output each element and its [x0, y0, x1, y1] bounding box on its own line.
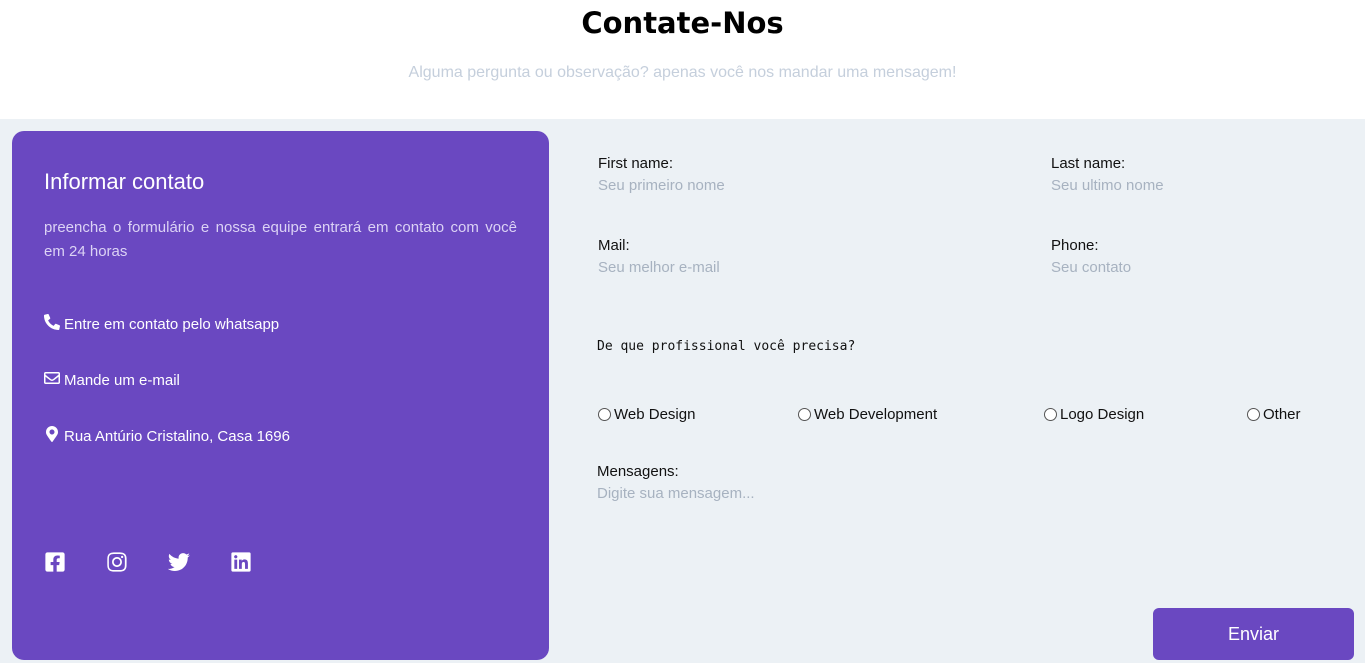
message-textarea[interactable] [597, 485, 997, 575]
radio-other[interactable]: Other [1247, 406, 1301, 423]
radio-label: Web Design [614, 406, 696, 423]
contact-info-card: Informar contato preencha o formulário e… [12, 131, 549, 660]
radio-label: Other [1263, 406, 1301, 423]
radio-label: Logo Design [1060, 406, 1145, 423]
page-subtitle: Alguma pergunta ou observação? apenas vo… [408, 64, 957, 81]
page-header: Contate-Nos Alguma pergunta ou observaçã… [0, 0, 1365, 119]
map-marker-icon [44, 426, 60, 446]
radio-label: Web Development [814, 406, 938, 423]
profession-question: De que profissional você precisa? [597, 339, 856, 354]
radio-logo-design[interactable]: Logo Design [1044, 406, 1144, 423]
radio-circle[interactable] [1044, 408, 1057, 421]
last-name-input[interactable] [1051, 177, 1341, 194]
radio-circle[interactable] [1247, 408, 1260, 421]
message-label: Mensagens: [597, 463, 679, 480]
mail-label: Mail: [598, 237, 630, 254]
submit-button[interactable]: Enviar [1153, 608, 1354, 660]
first-name-field: First name: [598, 155, 998, 194]
email-link[interactable]: Mande um e-mail [44, 370, 180, 390]
instagram-icon[interactable] [106, 551, 128, 573]
page-title: Contate-Nos [581, 6, 784, 40]
mail-field: Mail: [598, 237, 998, 276]
contact-section: Informar contato preencha o formulário e… [0, 119, 1365, 663]
twitter-icon[interactable] [167, 551, 190, 573]
whatsapp-label: Entre em contato pelo whatsapp [64, 315, 280, 333]
envelope-icon [44, 370, 60, 390]
phone-label: Phone: [1051, 237, 1099, 254]
radio-circle[interactable] [598, 408, 611, 421]
radio-web-development[interactable]: Web Development [798, 406, 937, 423]
phone-input[interactable] [1051, 259, 1341, 276]
last-name-field: Last name: [1051, 155, 1341, 194]
whatsapp-link[interactable]: Entre em contato pelo whatsapp [43, 313, 280, 334]
linkedin-icon[interactable] [230, 551, 252, 573]
last-name-label: Last name: [1051, 155, 1126, 172]
radio-circle[interactable] [798, 408, 811, 421]
message-field: Mensagens: [597, 463, 997, 575]
social-links [44, 551, 252, 573]
email-label: Mande um e-mail [64, 371, 180, 389]
mail-input[interactable] [598, 259, 998, 276]
contact-info-description: preencha o formulário e nossa equipe ent… [44, 219, 517, 260]
radio-web-design[interactable]: Web Design [598, 406, 695, 423]
first-name-input[interactable] [598, 177, 998, 194]
contact-info-title: Informar contato [44, 169, 205, 194]
first-name-label: First name: [598, 155, 674, 172]
address-label: Rua Antúrio Cristalino, Casa 1696 [64, 427, 290, 445]
phone-icon [43, 313, 60, 334]
facebook-icon[interactable] [44, 551, 66, 573]
address-item: Rua Antúrio Cristalino, Casa 1696 [44, 426, 290, 446]
phone-field: Phone: [1051, 237, 1341, 276]
